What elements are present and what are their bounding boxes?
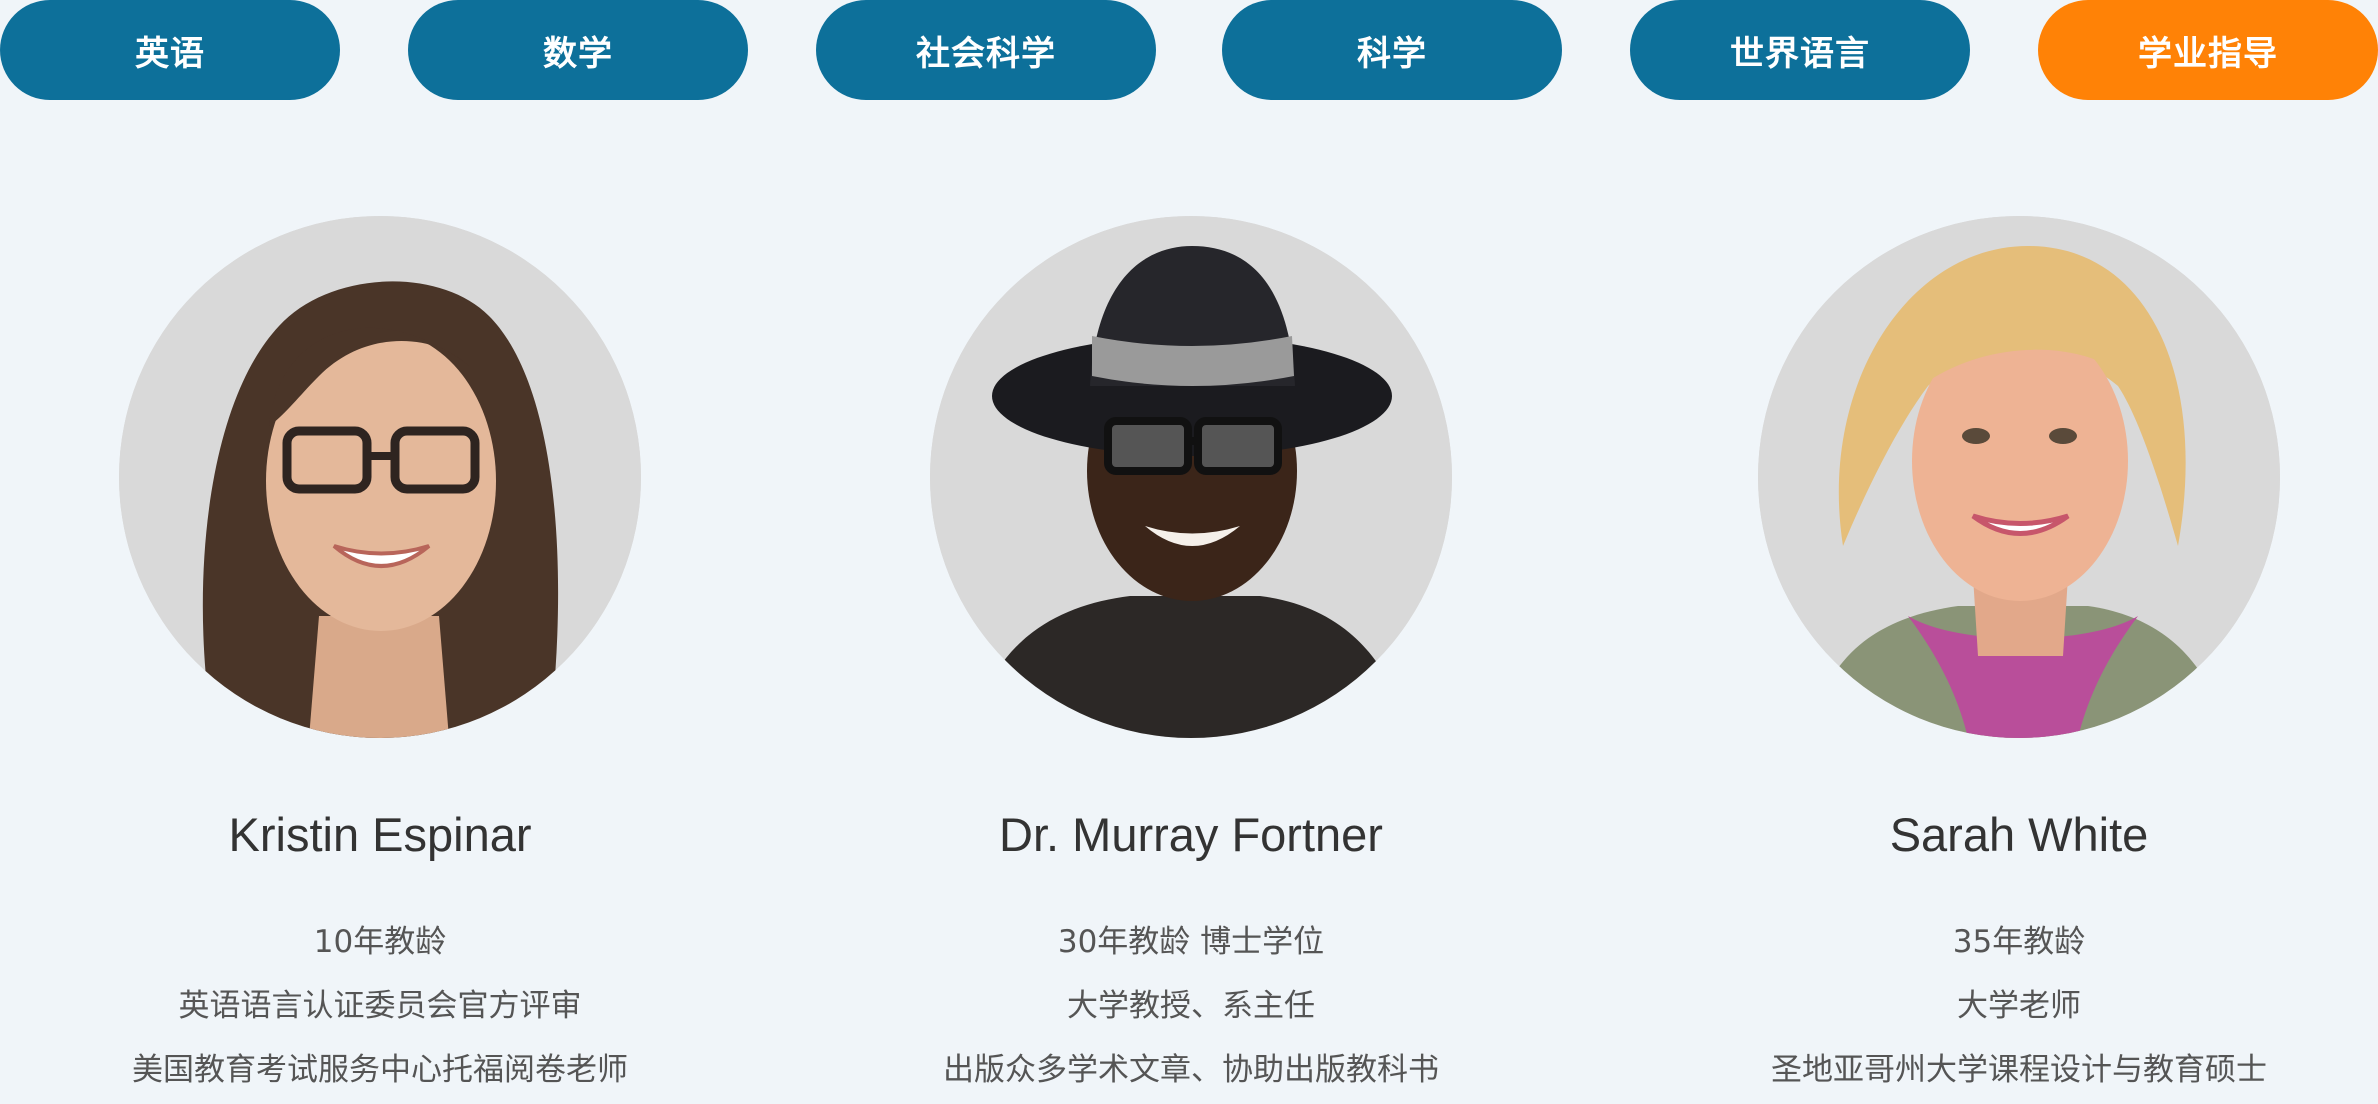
teacher-photo [930,216,1452,738]
teacher-card: Dr. Murray Fortner 30年教龄 博士学位 大学教授、系主任 出… [841,216,1541,1104]
teacher-experience: 30年教龄 博士学位 [1057,924,1325,960]
person-photo-icon [1758,216,2280,738]
teacher-photo [1758,216,2280,738]
tab-english[interactable]: 英语 [0,0,340,100]
teacher-credential: 出版众多学术文章、协助出版教科书 [943,1052,1439,1088]
teacher-name: Sarah White [1889,808,2149,861]
person-photo-icon [930,216,1452,738]
teacher-credential: 大学教授、系主任 [1067,988,1315,1024]
teacher-credential: 英语语言认证委员会官方评审 [178,988,582,1024]
teacher-credential: 大学老师 [1957,988,2081,1024]
tab-academic-advising[interactable]: 学业指导 [2038,0,2378,100]
teacher-name: Kristin Espinar [228,808,532,861]
teacher-photo [119,216,641,738]
person-photo-icon [119,216,641,738]
teacher-experience: 10年教龄 [313,924,447,960]
teacher-card: Kristin Espinar 10年教龄 英语语言认证委员会官方评审 美国教育… [30,216,730,1104]
teacher-experience: 35年教龄 [1952,924,2086,960]
subject-tabs: 英语 数学 社会科学 科学 世界语言 学业指导 [0,0,2378,100]
tab-math[interactable]: 数学 [408,0,748,100]
tab-world-languages[interactable]: 世界语言 [1630,0,1970,100]
teacher-name: Dr. Murray Fortner [999,808,1383,861]
teacher-credential: 美国教育考试服务中心托福阅卷老师 [132,1052,628,1088]
tab-social-science[interactable]: 社会科学 [816,0,1156,100]
teacher-credential: 圣地亚哥州大学课程设计与教育硕士 [1771,1052,2267,1088]
tab-science[interactable]: 科学 [1222,0,1562,100]
teacher-card: Sarah White 35年教龄 大学老师 圣地亚哥州大学课程设计与教育硕士 [1669,216,2369,1104]
